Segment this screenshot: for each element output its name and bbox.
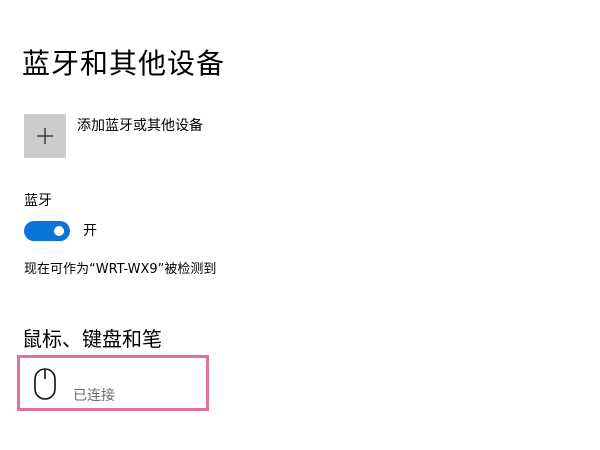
page-title: 蓝牙和其他设备 [22, 47, 226, 80]
bluetooth-label: 蓝牙 [24, 193, 52, 209]
toggle-knob [54, 226, 64, 236]
plus-icon [37, 128, 53, 144]
discoverable-status-text: 现在可作为“WRT-WX9”被检测到 [24, 262, 217, 277]
mouse-icon [34, 368, 56, 400]
add-device-label: 添加蓝牙或其他设备 [77, 118, 203, 134]
bluetooth-toggle-state: 开 [83, 223, 97, 239]
mouse-keyboard-pen-heading: 鼠标、键盘和笔 [22, 327, 162, 351]
device-status: 已连接 [73, 388, 115, 404]
bluetooth-toggle[interactable] [24, 221, 70, 241]
add-device-tile[interactable] [24, 114, 66, 158]
add-bluetooth-device-button[interactable]: 添加蓝牙或其他设备 [24, 114, 284, 158]
mouse-device-item[interactable]: 已连接 [17, 355, 209, 411]
